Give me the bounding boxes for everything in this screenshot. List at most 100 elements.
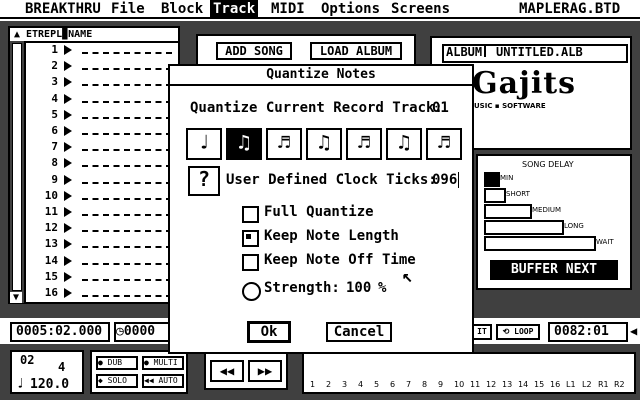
track-name-field[interactable]: [82, 230, 172, 233]
menu-track[interactable]: Track: [210, 0, 259, 18]
track-name-field[interactable]: [82, 214, 172, 216]
menu-block[interactable]: Block: [158, 0, 206, 18]
record-track-value[interactable]: 01: [432, 100, 449, 116]
clock-ticks-input[interactable]: 096: [432, 172, 460, 188]
track-row[interactable]: 15: [24, 269, 178, 285]
play-icon[interactable]: [64, 158, 72, 169]
play-icon[interactable]: [64, 223, 72, 234]
channel-label[interactable]: 9: [438, 380, 443, 389]
it-button[interactable]: IT: [472, 324, 492, 340]
channel-label[interactable]: 10: [454, 380, 464, 389]
channel-label[interactable]: 2: [326, 380, 331, 389]
fast-forward-button[interactable]: ▶▶: [248, 360, 282, 382]
channel-label[interactable]: L2: [582, 380, 592, 389]
time-sig-bottom[interactable]: 4: [58, 360, 65, 374]
play-icon[interactable]: [64, 77, 72, 88]
play-icon[interactable]: [64, 174, 72, 185]
help-button[interactable]: ?: [188, 166, 220, 196]
counter-arrow-icon[interactable]: ◀: [630, 324, 637, 338]
channel-label[interactable]: 5: [374, 380, 379, 389]
track-name-field[interactable]: [82, 68, 172, 71]
note-value-button[interactable]: ♬: [426, 128, 462, 160]
cancel-button[interactable]: Cancel: [326, 322, 392, 342]
dub-button[interactable]: ● DUB: [96, 356, 138, 370]
channel-label[interactable]: 8: [422, 380, 427, 389]
channel-label[interactable]: 16: [550, 380, 560, 389]
scroll-thumb[interactable]: [12, 43, 22, 291]
track-row[interactable]: 12: [24, 220, 178, 236]
menu-midi[interactable]: MIDI: [268, 0, 308, 18]
track-row[interactable]: 8: [24, 155, 178, 171]
play-icon[interactable]: [64, 190, 72, 201]
menu-file[interactable]: File: [108, 0, 148, 18]
strength-dial[interactable]: [242, 282, 261, 301]
channel-label[interactable]: 3: [342, 380, 347, 389]
play-icon[interactable]: [64, 207, 72, 217]
track-name-field[interactable]: [82, 84, 172, 87]
delay-wait-bar[interactable]: [484, 236, 596, 251]
play-icon[interactable]: [64, 61, 72, 72]
track-name-field[interactable]: [82, 295, 172, 297]
strength-value[interactable]: 100: [346, 280, 371, 296]
track-name-field[interactable]: [82, 165, 172, 168]
menu-screens[interactable]: Screens: [388, 0, 453, 18]
delay-min-bar[interactable]: [484, 172, 500, 187]
channel-label[interactable]: 6: [390, 380, 395, 389]
play-icon[interactable]: [64, 288, 72, 298]
track-row[interactable]: 3: [24, 74, 178, 90]
play-icon[interactable]: [64, 255, 72, 266]
keep-note-off-checkbox[interactable]: [242, 254, 259, 271]
track-row[interactable]: 16: [24, 285, 178, 301]
delay-short-bar[interactable]: [484, 188, 506, 203]
rewind-button[interactable]: ◀◀: [210, 360, 244, 382]
channel-label[interactable]: L1: [566, 380, 576, 389]
play-icon[interactable]: [64, 93, 72, 104]
track-row[interactable]: 2: [24, 58, 178, 74]
add-song-button[interactable]: ADD SONG: [216, 42, 292, 60]
channel-label[interactable]: 11: [470, 380, 480, 389]
track-row[interactable]: 5: [24, 107, 178, 123]
keep-note-length-checkbox[interactable]: [242, 230, 259, 247]
track-name-field[interactable]: [82, 100, 172, 103]
channel-label[interactable]: R2: [614, 380, 625, 389]
channel-label[interactable]: 15: [534, 380, 544, 389]
play-icon[interactable]: [64, 239, 72, 250]
note-value-button[interactable]: ♫: [386, 128, 422, 160]
track-row[interactable]: 1: [24, 42, 178, 58]
play-icon[interactable]: [64, 109, 72, 120]
scroll-up-icon[interactable]: ▲: [12, 28, 22, 41]
solo-button[interactable]: ◆ SOLO: [96, 374, 138, 388]
channel-label[interactable]: 14: [518, 380, 528, 389]
track-name-field[interactable]: [82, 52, 172, 54]
delay-long-bar[interactable]: [484, 220, 564, 235]
track-name-field[interactable]: [82, 278, 172, 281]
channel-label[interactable]: 12: [486, 380, 496, 389]
track-row[interactable]: 13: [24, 236, 178, 252]
menu-app[interactable]: BREAKTHRU: [22, 0, 104, 18]
track-row[interactable]: 9: [24, 172, 178, 188]
track-row[interactable]: 6: [24, 123, 178, 139]
tempo-value[interactable]: 120.0: [30, 377, 69, 392]
menu-options[interactable]: Options: [318, 0, 383, 18]
multi-button[interactable]: ● MULTI: [142, 356, 184, 370]
track-row[interactable]: 11: [24, 204, 178, 220]
track-name-field[interactable]: [82, 116, 172, 119]
track-row[interactable]: 7: [24, 139, 178, 155]
track-name-field[interactable]: [82, 262, 172, 265]
channel-label[interactable]: 4: [358, 380, 363, 389]
channel-label[interactable]: 1: [310, 380, 315, 389]
note-value-button[interactable]: ♬: [346, 128, 382, 160]
track-row[interactable]: 4: [24, 91, 178, 107]
track-name-field[interactable]: [82, 197, 172, 200]
time-sig-top[interactable]: 02: [20, 353, 34, 367]
track-name-field[interactable]: [82, 149, 172, 152]
play-icon[interactable]: [64, 271, 72, 282]
track-name-field[interactable]: [82, 181, 172, 184]
ok-button[interactable]: Ok: [248, 322, 290, 342]
channel-label[interactable]: 13: [502, 380, 512, 389]
track-name-field[interactable]: [82, 133, 172, 135]
play-icon[interactable]: [64, 126, 72, 136]
play-icon[interactable]: [64, 45, 72, 55]
track-name-field[interactable]: [82, 246, 172, 249]
track-row[interactable]: 10: [24, 188, 178, 204]
